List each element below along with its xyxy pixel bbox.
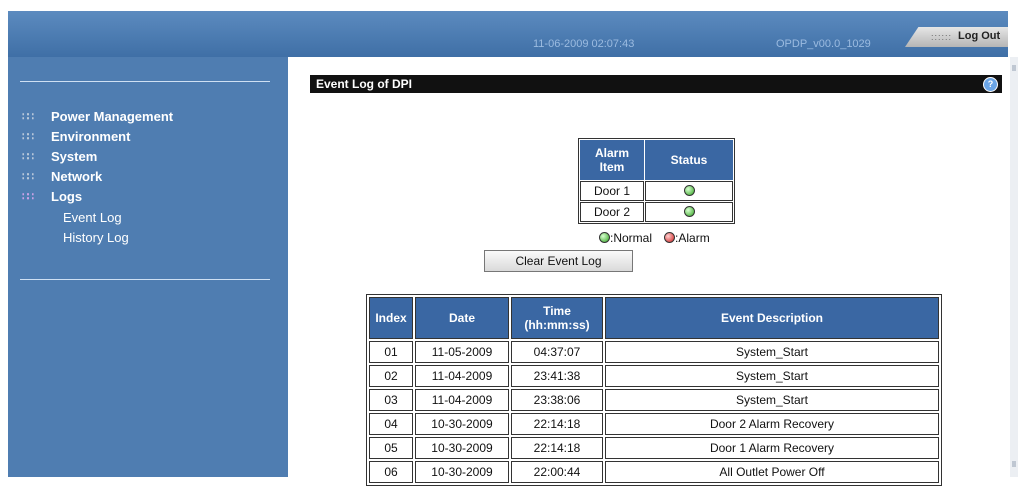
event-description: System_Start	[605, 389, 939, 411]
clear-event-log-button[interactable]: Clear Event Log	[484, 250, 633, 272]
alarm-status-cell	[645, 202, 733, 222]
table-row: 02 11-04-2009 23:41:38 System_Start	[369, 365, 939, 387]
page-title: Event Log of DPI	[316, 77, 412, 91]
legend-normal-label: :Normal	[610, 231, 653, 245]
status-legend: :Normal :Alarm	[599, 231, 710, 245]
status-header: Status	[645, 140, 733, 180]
sidebar-item-label: Network	[51, 169, 103, 184]
current-datetime: 11-06-2009 02:07:43	[533, 38, 635, 50]
event-description: System_Start	[605, 341, 939, 363]
grid-dots-icon: ∷∷	[22, 131, 34, 143]
red-status-led-icon	[664, 232, 676, 243]
table-row: 03 11-04-2009 23:38:06 System_Start	[369, 389, 939, 411]
page-title-bar: Event Log of DPI ?	[310, 75, 1002, 93]
event-time: 22:14:18	[511, 413, 603, 435]
green-status-led-icon	[599, 232, 610, 243]
sidebar-bottom-divider	[20, 279, 270, 280]
sidebar-subitem-event-log[interactable]: Event Log	[63, 210, 122, 225]
event-description: Door 2 Alarm Recovery	[605, 413, 939, 435]
index-header: Index	[369, 297, 413, 339]
event-description-header: Event Description	[605, 297, 939, 339]
scroll-down-arrow[interactable]	[1012, 461, 1016, 467]
legend-alarm-label: :Alarm	[675, 231, 710, 245]
event-date: 10-30-2009	[415, 461, 509, 483]
event-log-table: Index Date Time (hh:mm:ss) Event Descrip…	[366, 294, 942, 486]
sidebar-item-label: Logs	[51, 189, 83, 204]
event-date: 10-30-2009	[415, 437, 509, 459]
sidebar-item-label: Environment	[51, 129, 131, 144]
event-index: 03	[369, 389, 413, 411]
event-date: 11-04-2009	[415, 365, 509, 387]
alarm-status-cell	[645, 181, 733, 201]
sidebar-item-label: System	[51, 149, 98, 164]
event-time: 23:41:38	[511, 365, 603, 387]
date-header: Date	[415, 297, 509, 339]
event-time: 23:38:06	[511, 389, 603, 411]
scroll-up-arrow[interactable]	[1012, 65, 1016, 71]
grip-dots-icon: ::::::	[931, 32, 953, 42]
table-row: 05 10-30-2009 22:14:18 Door 1 Alarm Reco…	[369, 437, 939, 459]
top-header-bar: 11-06-2009 02:07:43 OPDP_v00.0_1029 ::::…	[8, 11, 1008, 57]
alarm-row: Door 2	[580, 202, 733, 222]
event-description: Door 1 Alarm Recovery	[605, 437, 939, 459]
table-row: 06 10-30-2009 22:00:44 All Outlet Power …	[369, 461, 939, 483]
event-index: 02	[369, 365, 413, 387]
grid-dots-icon: ∷∷	[22, 171, 34, 183]
sidebar-subitem-history-log[interactable]: History Log	[63, 230, 129, 245]
event-date: 11-05-2009	[415, 341, 509, 363]
event-index: 04	[369, 413, 413, 435]
sidebar-item-power-management[interactable]: ∷∷ Power Management	[22, 109, 242, 127]
event-index: 05	[369, 437, 413, 459]
sidebar-item-logs[interactable]: ∷∷ Logs	[22, 189, 242, 207]
event-time: 22:00:44	[511, 461, 603, 483]
alarm-item-header: Alarm Item	[580, 140, 644, 180]
event-date: 10-30-2009	[415, 413, 509, 435]
table-row: 01 11-05-2009 04:37:07 System_Start	[369, 341, 939, 363]
sidebar: ∷∷ Power Management ∷∷ Environment ∷∷ Syste…	[8, 57, 288, 477]
table-row: 04 10-30-2009 22:14:18 Door 2 Alarm Reco…	[369, 413, 939, 435]
sidebar-top-divider	[20, 81, 270, 82]
green-status-led-icon	[683, 206, 695, 217]
sidebar-item-system[interactable]: ∷∷ System	[22, 149, 242, 167]
grid-dots-icon: ∷∷	[22, 151, 34, 163]
event-index: 06	[369, 461, 413, 483]
time-header: Time (hh:mm:ss)	[511, 297, 603, 339]
event-description: All Outlet Power Off	[605, 461, 939, 483]
event-time: 04:37:07	[511, 341, 603, 363]
event-description: System_Start	[605, 365, 939, 387]
grid-dots-icon: ∷∷	[22, 191, 34, 203]
logout-button[interactable]: :::::: Log Out	[905, 27, 1008, 47]
event-time: 22:14:18	[511, 437, 603, 459]
sidebar-item-environment[interactable]: ∷∷ Environment	[22, 129, 242, 147]
grid-dots-icon: ∷∷	[22, 111, 34, 123]
sidebar-item-label: Power Management	[51, 109, 174, 124]
green-status-led-icon	[683, 185, 695, 196]
event-date: 11-04-2009	[415, 389, 509, 411]
event-table-header-row: Index Date Time (hh:mm:ss) Event Descrip…	[369, 297, 939, 339]
alarm-item-name: Door 1	[580, 181, 644, 201]
help-icon[interactable]: ?	[983, 77, 998, 92]
alarm-item-name: Door 2	[580, 202, 644, 222]
vertical-scrollbar[interactable]	[1010, 57, 1018, 477]
logout-label: Log Out	[958, 30, 1001, 42]
alarm-row: Door 1	[580, 181, 733, 201]
sidebar-item-network[interactable]: ∷∷ Network	[22, 169, 242, 187]
firmware-version: OPDP_v00.0_1029	[776, 38, 871, 50]
event-index: 01	[369, 341, 413, 363]
alarm-status-table: Alarm Item Status Door 1 Door 2	[578, 138, 735, 224]
